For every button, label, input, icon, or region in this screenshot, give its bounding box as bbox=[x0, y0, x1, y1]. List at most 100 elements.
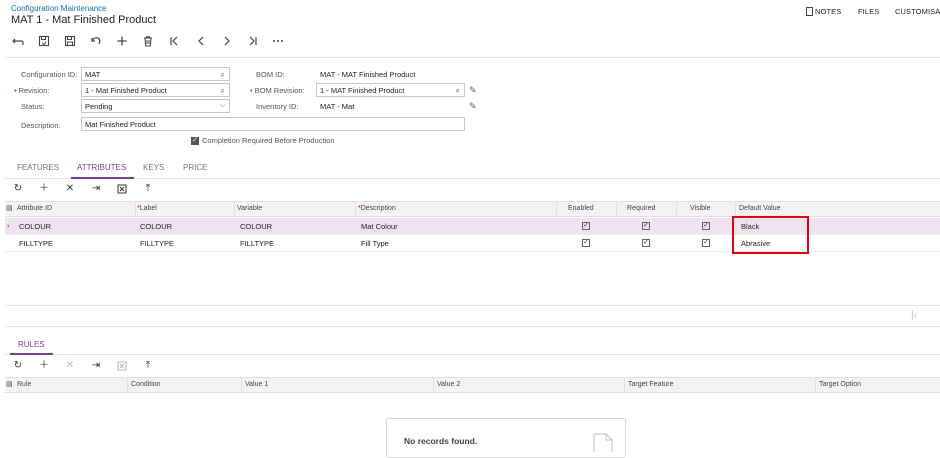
revision-label: • Revision: bbox=[14, 86, 50, 95]
col-condition[interactable]: Condition bbox=[131, 381, 161, 388]
breadcrumb[interactable]: Configuration Maintenance bbox=[11, 4, 107, 13]
cell-attribute-id[interactable]: COLOUR bbox=[19, 222, 51, 231]
bom-id-label: BOM ID: bbox=[256, 70, 285, 79]
column-divider bbox=[355, 201, 356, 217]
delete-row-icon[interactable]: ✕ bbox=[63, 359, 77, 373]
column-divider bbox=[815, 377, 816, 393]
previous-record-icon[interactable] bbox=[194, 34, 208, 48]
row-selector-icon[interactable]: › bbox=[7, 221, 10, 230]
customisation-button[interactable]: CUSTOMISAT bbox=[895, 7, 940, 16]
col-rule[interactable]: Rule bbox=[17, 381, 31, 388]
refresh-icon[interactable]: ↻ bbox=[11, 359, 25, 373]
col-default-value[interactable]: Default Value bbox=[739, 205, 781, 212]
save-close-icon[interactable] bbox=[37, 34, 51, 48]
tab-price[interactable]: PRICE bbox=[183, 163, 207, 172]
inventory-id-label: Inventory ID: bbox=[256, 102, 299, 111]
col-target-feature[interactable]: Target Feature bbox=[628, 381, 674, 388]
tab-attributes[interactable]: ATTRIBUTES bbox=[77, 163, 126, 172]
completion-required-checkbox[interactable]: ✓ bbox=[191, 137, 199, 145]
column-divider bbox=[735, 201, 736, 217]
first-record-icon[interactable] bbox=[167, 34, 181, 48]
search-icon[interactable]: ⌕ bbox=[456, 86, 460, 96]
cell-variable[interactable]: FILLTYPE bbox=[240, 239, 274, 248]
search-icon[interactable]: ⌕ bbox=[221, 86, 225, 96]
upload-icon[interactable]: ⤒ bbox=[141, 182, 155, 196]
first-page-icon[interactable]: |‹ bbox=[911, 310, 917, 321]
col-required[interactable]: Required bbox=[627, 205, 655, 212]
configuration-id-field[interactable]: MAT ⌕ bbox=[81, 67, 230, 81]
column-settings-icon[interactable]: ▤ bbox=[6, 204, 13, 212]
revision-field[interactable]: 1 - Mat Finished Product ⌕ bbox=[81, 83, 230, 97]
add-row-icon[interactable]: ＋ bbox=[37, 359, 51, 373]
column-settings-icon[interactable]: ▤ bbox=[6, 380, 13, 388]
add-icon[interactable] bbox=[115, 34, 129, 48]
required-checkbox[interactable]: ✓ bbox=[642, 222, 650, 230]
rules-tab-bar bbox=[5, 336, 940, 355]
visible-checkbox[interactable]: ✓ bbox=[702, 239, 710, 247]
column-divider bbox=[135, 201, 136, 217]
upload-icon[interactable]: ⤒ bbox=[141, 359, 155, 373]
delete-row-icon[interactable]: ✕ bbox=[63, 182, 77, 196]
col-value1[interactable]: Value 1 bbox=[245, 381, 268, 388]
document-icon bbox=[592, 433, 614, 454]
chevron-down-icon[interactable]: ⌵ bbox=[220, 102, 225, 110]
configuration-id-label: Configuration ID: bbox=[21, 70, 78, 79]
description-label: Description: bbox=[21, 121, 61, 130]
tab-keys[interactable]: KEYS bbox=[143, 163, 164, 172]
bom-revision-field[interactable]: 1 - MAT Finished Product ⌕ bbox=[316, 83, 465, 97]
next-record-icon[interactable] bbox=[220, 34, 234, 48]
column-divider bbox=[241, 377, 242, 393]
cell-variable[interactable]: COLOUR bbox=[240, 222, 272, 231]
search-icon[interactable]: ⌕ bbox=[221, 70, 225, 80]
col-enabled[interactable]: Enabled bbox=[568, 205, 594, 212]
highlight-annotation-box bbox=[732, 216, 809, 254]
column-divider bbox=[624, 377, 625, 393]
cell-label[interactable]: FILLTYPE bbox=[140, 239, 174, 248]
description-field[interactable]: Mat Finished Product bbox=[81, 117, 465, 131]
column-divider bbox=[676, 201, 677, 217]
col-variable[interactable]: Variable bbox=[237, 205, 262, 212]
back-icon[interactable] bbox=[11, 34, 25, 48]
tab-rules[interactable]: RULES bbox=[18, 340, 45, 349]
status-select[interactable]: Pending ⌵ bbox=[81, 99, 230, 113]
grid-footer bbox=[5, 305, 940, 327]
export-excel-icon[interactable] bbox=[115, 182, 129, 196]
column-divider bbox=[616, 201, 617, 217]
delete-icon[interactable] bbox=[141, 34, 155, 48]
empty-state-text: No records found. bbox=[404, 436, 478, 446]
cell-attribute-id[interactable]: FILLTYPE bbox=[19, 239, 53, 248]
fit-columns-icon[interactable]: ⇥ bbox=[89, 182, 103, 196]
required-checkbox[interactable]: ✓ bbox=[642, 239, 650, 247]
col-attribute-id[interactable]: Attribute ID bbox=[17, 205, 52, 212]
add-row-icon[interactable]: ＋ bbox=[37, 182, 51, 196]
tab-features[interactable]: FEATURES bbox=[17, 163, 59, 172]
notes-icon bbox=[806, 7, 813, 16]
visible-checkbox[interactable]: ✓ bbox=[702, 222, 710, 230]
active-tab-indicator bbox=[71, 177, 134, 179]
cell-description[interactable]: Mat Colour bbox=[361, 222, 398, 231]
enabled-checkbox[interactable]: ✓ bbox=[582, 222, 590, 230]
notes-button[interactable]: NOTES bbox=[806, 7, 841, 16]
column-divider bbox=[556, 201, 557, 217]
export-excel-icon[interactable] bbox=[115, 359, 129, 373]
col-label[interactable]: *Label bbox=[137, 205, 157, 212]
page-title: MAT 1 - Mat Finished Product bbox=[11, 14, 157, 26]
col-target-option[interactable]: Target Option bbox=[819, 381, 861, 388]
column-divider bbox=[127, 377, 128, 393]
edit-pencil-icon[interactable]: ✎ bbox=[469, 101, 477, 112]
cell-label[interactable]: COLOUR bbox=[140, 222, 172, 231]
more-actions-icon[interactable] bbox=[271, 34, 285, 48]
save-icon[interactable] bbox=[63, 34, 77, 48]
col-visible[interactable]: Visible bbox=[690, 205, 711, 212]
files-button[interactable]: FILES bbox=[858, 7, 879, 16]
undo-icon[interactable] bbox=[89, 34, 103, 48]
refresh-icon[interactable]: ↻ bbox=[11, 182, 25, 196]
col-description[interactable]: *Description bbox=[358, 205, 396, 212]
enabled-checkbox[interactable]: ✓ bbox=[582, 239, 590, 247]
last-record-icon[interactable] bbox=[246, 34, 260, 48]
edit-pencil-icon[interactable]: ✎ bbox=[469, 85, 477, 96]
cell-description[interactable]: Fill Type bbox=[361, 239, 389, 248]
column-divider bbox=[234, 201, 235, 217]
fit-columns-icon[interactable]: ⇥ bbox=[89, 359, 103, 373]
col-value2[interactable]: Value 2 bbox=[437, 381, 460, 388]
